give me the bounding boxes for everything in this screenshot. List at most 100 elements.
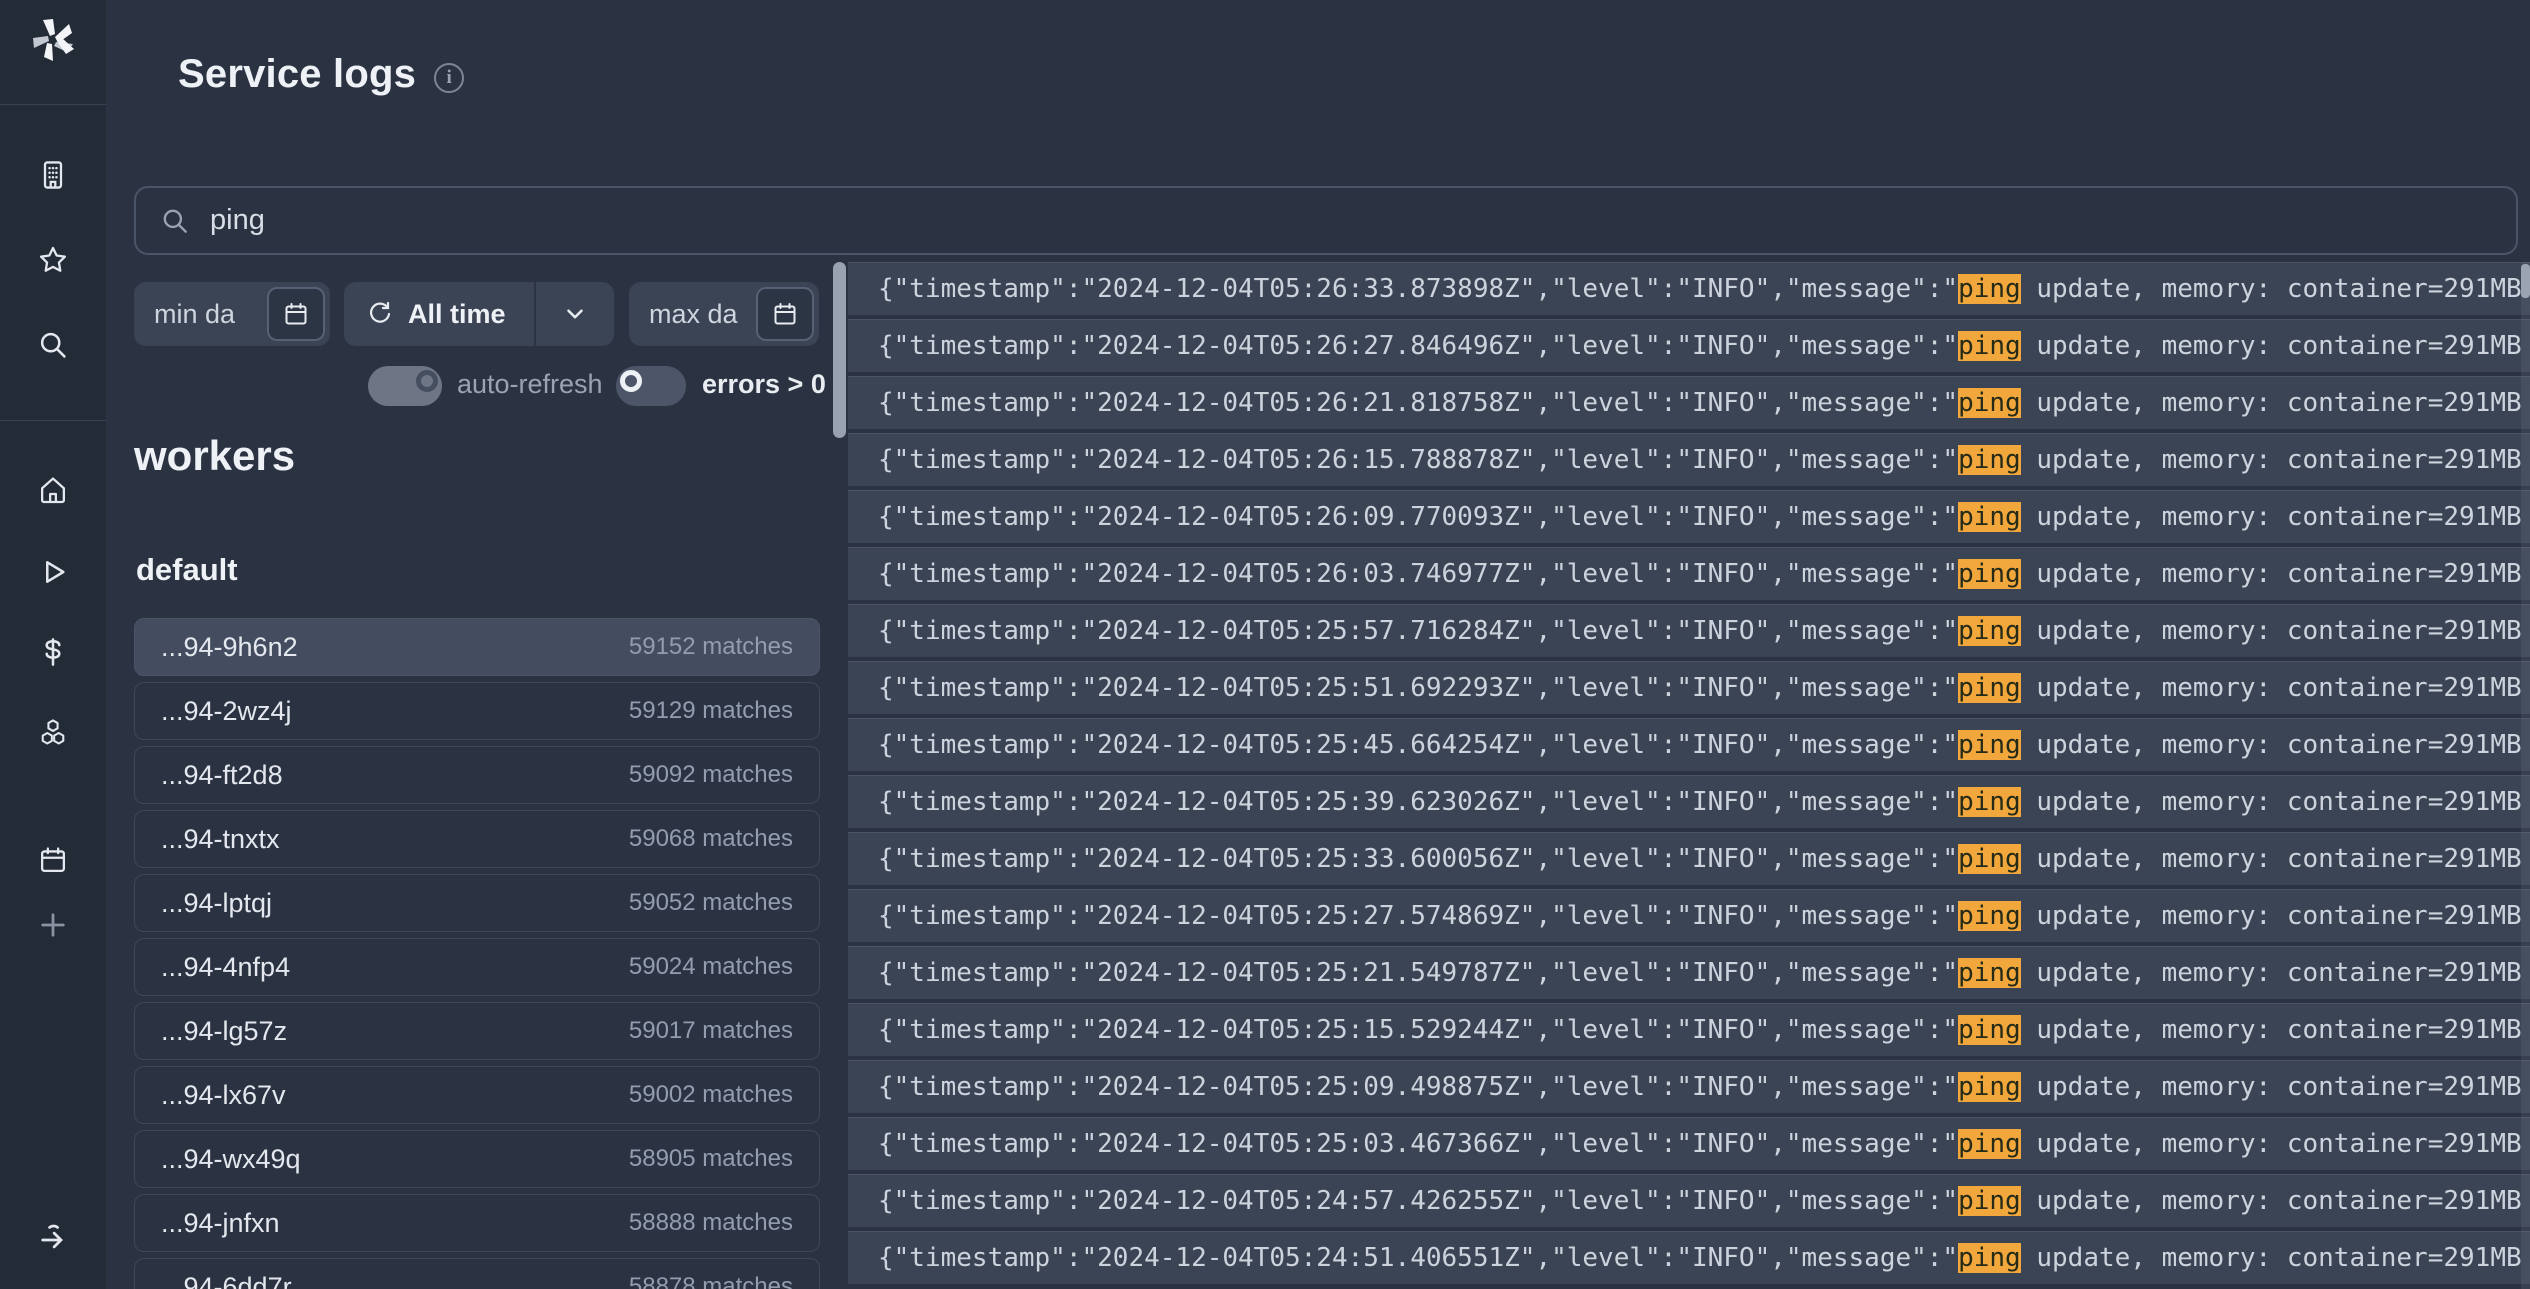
log-line[interactable]: {"timestamp":"2024-12-04T05:26:33.873898… (848, 262, 2530, 315)
worker-row[interactable]: ...94-jnfxn 58888 matches (134, 1194, 820, 1252)
search-match-highlight: ping (1958, 559, 2021, 589)
cubes-icon[interactable] (37, 717, 69, 749)
toggle-knob (620, 370, 642, 392)
log-line[interactable]: {"timestamp":"2024-12-04T05:26:21.818758… (848, 376, 2530, 429)
worker-id: ...94-wx49q (161, 1144, 301, 1175)
worker-group-heading: default (136, 552, 238, 588)
search-match-highlight: ping (1958, 331, 2021, 361)
log-line[interactable]: {"timestamp":"2024-12-04T05:26:15.788878… (848, 433, 2530, 486)
log-text: update, memory: container=291MB (2021, 958, 2522, 988)
worker-row[interactable]: ...94-4nfp4 59024 matches (134, 938, 820, 996)
worker-match-count: 58878 matches (629, 1273, 793, 1289)
toggle-knob (416, 370, 438, 392)
log-left-scrollbar-thumb[interactable] (833, 262, 846, 438)
worker-row[interactable]: ...94-6dd7r 58878 matches (134, 1258, 820, 1289)
search-match-highlight: ping (1958, 274, 2021, 304)
worker-row[interactable]: ...94-2wz4j 59129 matches (134, 682, 820, 740)
worker-list: ...94-9h6n2 59152 matches ...94-2wz4j 59… (134, 618, 820, 1289)
search-match-highlight: ping (1958, 673, 2021, 703)
max-date-field[interactable]: max da (629, 282, 819, 346)
worker-row[interactable]: ...94-tnxtx 59068 matches (134, 810, 820, 868)
auto-refresh-toggle[interactable] (368, 366, 442, 406)
log-rows: {"timestamp":"2024-12-04T05:26:33.873898… (848, 262, 2530, 1284)
log-line[interactable]: {"timestamp":"2024-12-04T05:24:57.426255… (848, 1174, 2530, 1227)
log-line[interactable]: {"timestamp":"2024-12-04T05:25:57.716284… (848, 604, 2530, 657)
plus-icon[interactable] (37, 909, 69, 941)
log-text: update, memory: container=291MB (2021, 559, 2522, 589)
log-text: {"timestamp":"2024-12-04T05:25:27.574869… (878, 901, 1958, 931)
worker-id: ...94-9h6n2 (161, 632, 298, 663)
log-line[interactable]: {"timestamp":"2024-12-04T05:26:09.770093… (848, 490, 2530, 543)
worker-row[interactable]: ...94-lg57z 59017 matches (134, 1002, 820, 1060)
app-logo-pinwheel-icon[interactable] (27, 14, 79, 66)
log-line[interactable]: {"timestamp":"2024-12-04T05:25:21.549787… (848, 946, 2530, 999)
worker-match-count: 59002 matches (629, 1081, 793, 1109)
time-range-refresh-button[interactable]: All time (344, 299, 534, 330)
info-icon[interactable]: i (434, 63, 464, 93)
log-line[interactable]: {"timestamp":"2024-12-04T05:25:15.529244… (848, 1003, 2530, 1056)
log-line[interactable]: {"timestamp":"2024-12-04T05:25:27.574869… (848, 889, 2530, 942)
worker-match-count: 59017 matches (629, 1017, 793, 1045)
search-match-highlight: ping (1958, 502, 2021, 532)
log-text: update, memory: container=291MB (2021, 1243, 2522, 1273)
search-box[interactable] (134, 186, 2518, 255)
page-title: Service logs (178, 52, 416, 97)
log-text: {"timestamp":"2024-12-04T05:26:21.818758… (878, 388, 1958, 418)
time-range-dropdown-button[interactable] (536, 301, 614, 327)
errors-toggle[interactable] (616, 366, 686, 406)
log-text: update, memory: container=291MB (2021, 730, 2522, 760)
log-text: {"timestamp":"2024-12-04T05:26:03.746977… (878, 559, 1958, 589)
log-line[interactable]: {"timestamp":"2024-12-04T05:25:09.498875… (848, 1060, 2530, 1113)
search-match-highlight: ping (1958, 844, 2021, 874)
log-line[interactable]: {"timestamp":"2024-12-04T05:25:51.692293… (848, 661, 2530, 714)
workers-heading: workers (134, 432, 295, 480)
log-right-scrollbar-thumb[interactable] (2521, 264, 2530, 298)
worker-row[interactable]: ...94-ft2d8 59092 matches (134, 746, 820, 804)
max-date-calendar-button[interactable] (756, 287, 814, 341)
log-text: update, memory: container=291MB (2021, 844, 2522, 874)
organization-icon[interactable] (37, 159, 69, 191)
log-line[interactable]: {"timestamp":"2024-12-04T05:25:39.623026… (848, 775, 2530, 828)
log-line[interactable]: {"timestamp":"2024-12-04T05:26:27.846496… (848, 319, 2530, 372)
play-icon[interactable] (37, 556, 69, 588)
dollar-icon[interactable] (37, 636, 69, 668)
calendar-icon (282, 300, 310, 328)
worker-id: ...94-2wz4j (161, 696, 292, 727)
log-line[interactable]: {"timestamp":"2024-12-04T05:24:51.406551… (848, 1231, 2530, 1284)
log-text: {"timestamp":"2024-12-04T05:26:33.873898… (878, 274, 1958, 304)
time-range-label: All time (408, 299, 506, 330)
star-icon[interactable] (37, 244, 69, 276)
log-text: {"timestamp":"2024-12-04T05:26:27.846496… (878, 331, 1958, 361)
calendar-icon[interactable] (37, 844, 69, 876)
search-nav-icon[interactable] (37, 329, 69, 361)
sidebar (0, 0, 106, 1289)
arrow-right-icon[interactable] (37, 1224, 69, 1256)
worker-id: ...94-jnfxn (161, 1208, 280, 1239)
worker-row[interactable]: ...94-9h6n2 59152 matches (134, 618, 820, 676)
log-text: {"timestamp":"2024-12-04T05:26:09.770093… (878, 502, 1958, 532)
min-date-calendar-button[interactable] (267, 287, 325, 341)
home-icon[interactable] (37, 474, 69, 506)
log-text: update, memory: container=291MB (2021, 616, 2522, 646)
log-text: update, memory: container=291MB (2021, 901, 2522, 931)
search-input[interactable] (210, 204, 2492, 237)
worker-row[interactable]: ...94-lptqj 59052 matches (134, 874, 820, 932)
worker-match-count: 58905 matches (629, 1145, 793, 1173)
search-match-highlight: ping (1958, 787, 2021, 817)
log-text: {"timestamp":"2024-12-04T05:25:09.498875… (878, 1072, 1958, 1102)
log-line[interactable]: {"timestamp":"2024-12-04T05:25:33.600056… (848, 832, 2530, 885)
worker-row[interactable]: ...94-lx67v 59002 matches (134, 1066, 820, 1124)
min-date-field[interactable]: min da (134, 282, 330, 346)
sidebar-divider (0, 420, 106, 421)
log-text: {"timestamp":"2024-12-04T05:25:39.623026… (878, 787, 1958, 817)
log-line[interactable]: {"timestamp":"2024-12-04T05:25:45.664254… (848, 718, 2530, 771)
main-area: Service logs i min da All time (106, 0, 2530, 1289)
log-right-scrollbar-track[interactable] (2521, 262, 2530, 1289)
log-line[interactable]: {"timestamp":"2024-12-04T05:25:03.467366… (848, 1117, 2530, 1170)
worker-id: ...94-lx67v (161, 1080, 286, 1111)
time-range-control: All time (344, 282, 614, 346)
min-date-text: min da (154, 299, 235, 330)
log-line[interactable]: {"timestamp":"2024-12-04T05:26:03.746977… (848, 547, 2530, 600)
log-text: update, memory: container=291MB (2021, 1072, 2522, 1102)
worker-row[interactable]: ...94-wx49q 58905 matches (134, 1130, 820, 1188)
